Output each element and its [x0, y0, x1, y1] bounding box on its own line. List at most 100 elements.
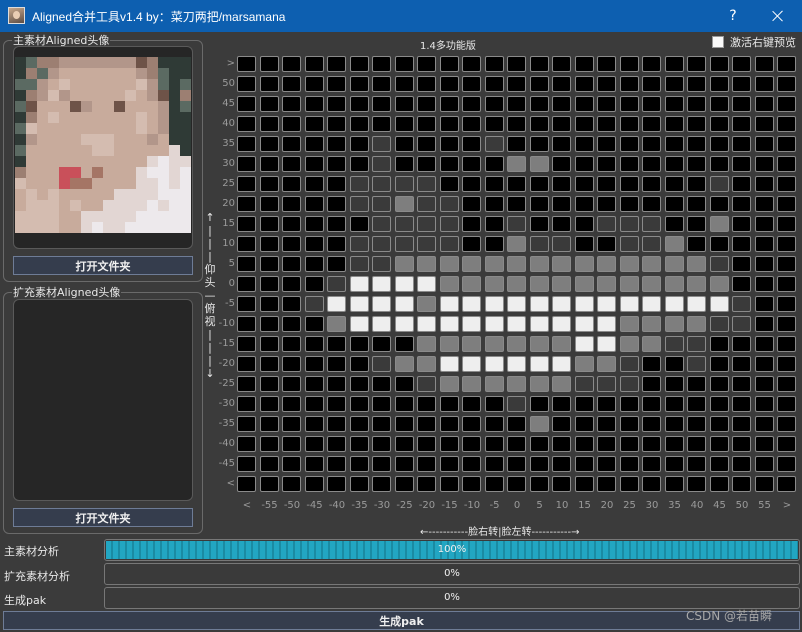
grid-cell[interactable] [732, 296, 751, 312]
grid-cell[interactable] [664, 196, 684, 212]
grid-cell[interactable] [619, 316, 639, 332]
grid-cell[interactable] [597, 136, 616, 152]
grid-cell[interactable] [597, 176, 616, 192]
grid-cell[interactable] [664, 56, 684, 72]
grid-cell[interactable] [349, 316, 369, 332]
grid-cell[interactable] [529, 156, 549, 172]
grid-cell[interactable] [237, 416, 256, 432]
grid-cell[interactable] [484, 356, 504, 372]
grid-cell[interactable] [597, 116, 616, 132]
grid-cell[interactable] [394, 276, 414, 292]
grid-cell[interactable] [327, 276, 346, 292]
grid-cell[interactable] [507, 416, 526, 432]
grid-cell[interactable] [462, 316, 481, 332]
grid-cell[interactable] [304, 356, 324, 372]
grid-cell[interactable] [754, 176, 774, 192]
grid-cell[interactable] [642, 436, 661, 452]
grid-cell[interactable] [282, 196, 301, 212]
grid-cell[interactable] [777, 296, 796, 312]
grid-cell[interactable] [754, 96, 774, 112]
grid-cell[interactable] [552, 376, 571, 392]
grid-cell[interactable] [642, 236, 661, 252]
grid-cell[interactable] [642, 176, 661, 192]
grid-cell[interactable] [282, 316, 301, 332]
grid-cell[interactable] [507, 396, 526, 412]
grid-cell[interactable] [237, 376, 256, 392]
grid-cell[interactable] [664, 256, 684, 272]
grid-cell[interactable] [484, 56, 504, 72]
grid-cell[interactable] [574, 256, 594, 272]
grid-cell[interactable] [754, 56, 774, 72]
grid-cell[interactable] [327, 336, 346, 352]
grid-cell[interactable] [394, 376, 414, 392]
grid-cell[interactable] [349, 96, 369, 112]
grid-cell[interactable] [574, 416, 594, 432]
grid-cell[interactable] [664, 236, 684, 252]
grid-cell[interactable] [507, 476, 526, 492]
grid-cell[interactable] [619, 456, 639, 472]
grid-cell[interactable] [237, 236, 256, 252]
grid-cell[interactable] [552, 296, 571, 312]
grid-cell[interactable] [529, 356, 549, 372]
grid-cell[interactable] [304, 296, 324, 312]
grid-cell[interactable] [462, 396, 481, 412]
grid-cell[interactable] [597, 296, 616, 312]
grid-cell[interactable] [552, 236, 571, 252]
grid-cell[interactable] [417, 196, 436, 212]
grid-cell[interactable] [462, 256, 481, 272]
grid-cell[interactable] [372, 56, 391, 72]
grid-cell[interactable] [529, 96, 549, 112]
grid-cell[interactable] [237, 56, 256, 72]
grid-cell[interactable] [304, 176, 324, 192]
grid-cell[interactable] [439, 276, 459, 292]
grid-cell[interactable] [507, 436, 526, 452]
grid-cell[interactable] [417, 236, 436, 252]
grid-cell[interactable] [664, 456, 684, 472]
grid-cell[interactable] [327, 396, 346, 412]
grid-cell[interactable] [259, 396, 279, 412]
grid-cell[interactable] [417, 416, 436, 432]
grid-cell[interactable] [777, 196, 796, 212]
grid-cell[interactable] [327, 356, 346, 372]
grid-cell[interactable] [394, 296, 414, 312]
grid-cell[interactable] [327, 296, 346, 312]
grid-cell[interactable] [709, 256, 729, 272]
grid-cell[interactable] [439, 456, 459, 472]
grid-cell[interactable] [462, 476, 481, 492]
grid-cell[interactable] [777, 476, 796, 492]
grid-cell[interactable] [687, 396, 706, 412]
grid-cell[interactable] [327, 196, 346, 212]
grid-cell[interactable] [372, 416, 391, 432]
grid-cell[interactable] [687, 196, 706, 212]
grid-cell[interactable] [372, 176, 391, 192]
grid-cell[interactable] [709, 116, 729, 132]
grid-cell[interactable] [349, 196, 369, 212]
grid-cell[interactable] [462, 416, 481, 432]
grid-cell[interactable] [754, 136, 774, 152]
grid-cell[interactable] [574, 316, 594, 332]
grid-cell[interactable] [439, 336, 459, 352]
grid-cell[interactable] [777, 176, 796, 192]
grid-cell[interactable] [687, 456, 706, 472]
grid-cell[interactable] [259, 176, 279, 192]
grid-cell[interactable] [597, 256, 616, 272]
grid-cell[interactable] [732, 56, 751, 72]
grid-cell[interactable] [709, 316, 729, 332]
grid-cell[interactable] [237, 396, 256, 412]
grid-cell[interactable] [754, 196, 774, 212]
grid-cell[interactable] [237, 436, 256, 452]
grid-cell[interactable] [597, 336, 616, 352]
grid-cell[interactable] [732, 336, 751, 352]
grid-cell[interactable] [282, 456, 301, 472]
grid-cell[interactable] [417, 96, 436, 112]
grid-cell[interactable] [642, 256, 661, 272]
grid-cell[interactable] [259, 116, 279, 132]
grid-cell[interactable] [777, 356, 796, 372]
grid-cell[interactable] [462, 216, 481, 232]
grid-cell[interactable] [619, 96, 639, 112]
grid-cell[interactable] [687, 76, 706, 92]
grid-cell[interactable] [439, 476, 459, 492]
grid-cell[interactable] [777, 336, 796, 352]
grid-cell[interactable] [327, 316, 346, 332]
grid-cell[interactable] [529, 236, 549, 252]
